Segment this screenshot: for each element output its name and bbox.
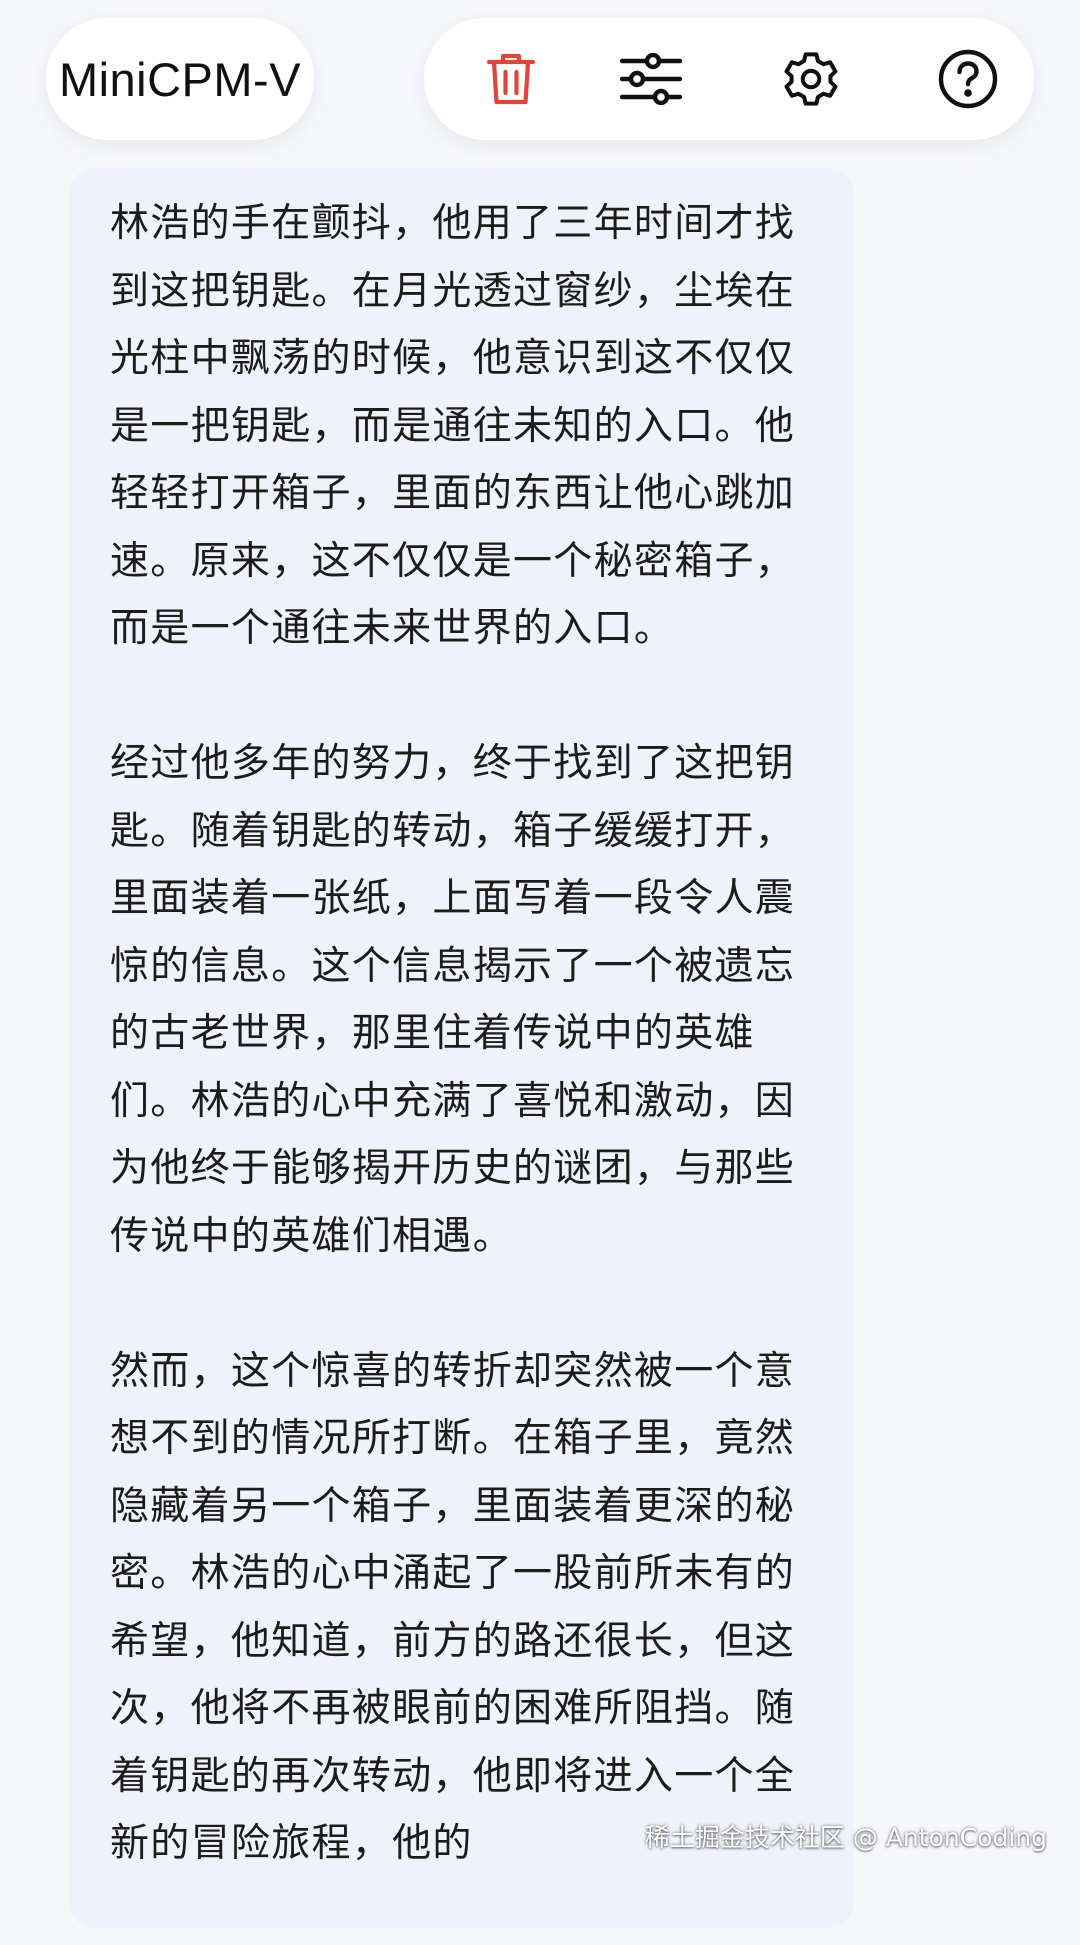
- help-button[interactable]: [928, 39, 1008, 119]
- message-paragraph: 经过他多年的努力，终于找到了这把钥匙。随着钥匙的转动，箱子缓缓打开，里面装着一张…: [110, 741, 796, 1259]
- trash-icon: [486, 53, 536, 105]
- message-paragraph: 林浩的手在颤抖，他用了三年时间才找到这把钥匙。在月光透过窗纱，尘埃在光柱中飘荡的…: [110, 201, 796, 651]
- message-text: 林浩的手在颤抖，他用了三年时间才找到这把钥匙。在月光透过窗纱，尘埃在光柱中飘荡的…: [110, 190, 830, 1945]
- toolbar: [424, 18, 1034, 140]
- app-title-pill: MiniCPM-V: [46, 18, 314, 140]
- sliders-icon: [619, 53, 683, 105]
- app-title: MiniCPM-V: [58, 52, 302, 106]
- watermark: 稀土掘金技术社区 @ AntonCoding: [644, 1823, 1047, 1852]
- question-circle-icon: [938, 49, 998, 109]
- message-paragraph: 然而，这个惊喜的转折却突然被一个意想不到的情况所打断。在箱子里，竟然隐藏着另一个…: [110, 1348, 796, 1867]
- gear-icon: [784, 52, 838, 106]
- settings-button[interactable]: [771, 39, 851, 119]
- delete-button[interactable]: [471, 39, 551, 119]
- parameters-button[interactable]: [611, 39, 691, 119]
